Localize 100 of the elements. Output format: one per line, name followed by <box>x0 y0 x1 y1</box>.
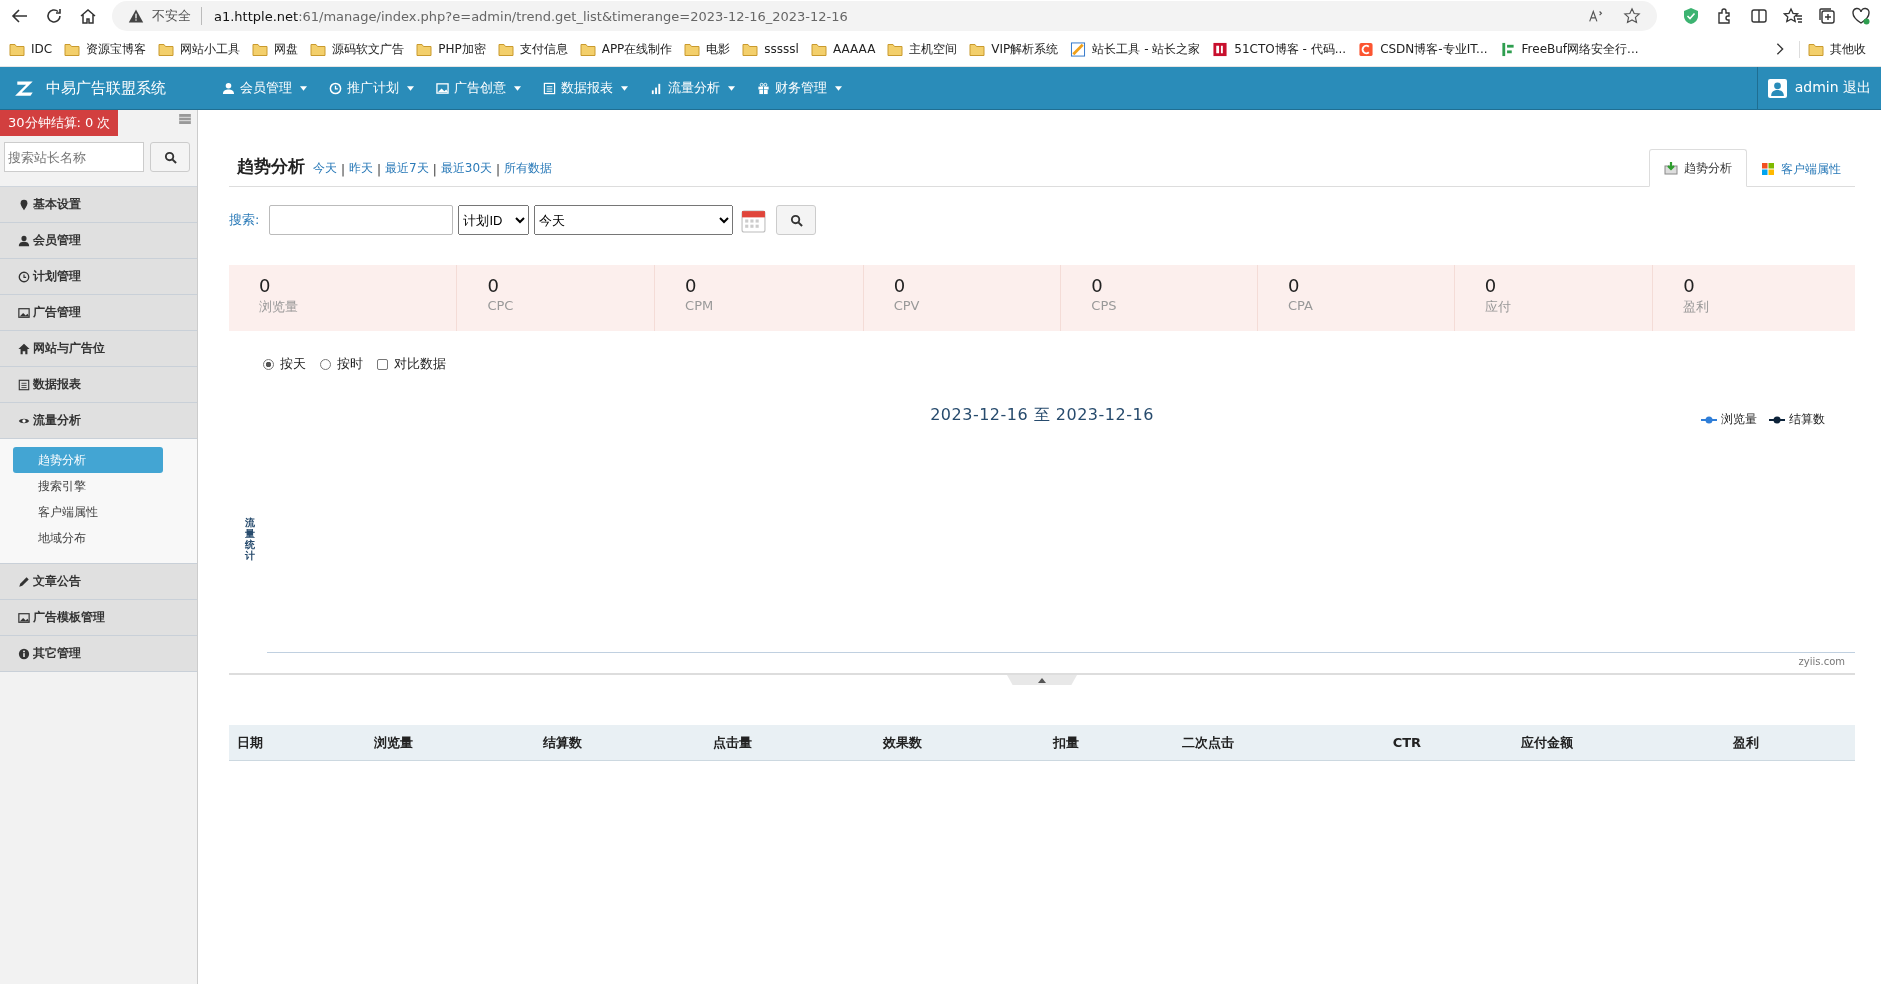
bookmark[interactable]: APP在线制作 <box>576 40 682 58</box>
date-link[interactable]: 今天 <box>313 160 337 186</box>
folder-icon <box>579 41 596 57</box>
bookmark[interactable]: 网盘 <box>249 40 308 58</box>
stat-value: 0 <box>1288 275 1301 296</box>
bookmark-folder[interactable]: 其他收 <box>1799 40 1875 58</box>
field-select[interactable]: 计划ID <box>458 205 530 235</box>
home-icon[interactable] <box>78 6 98 26</box>
sidebar-section[interactable]: 基本设置 <box>0 187 197 223</box>
y-axis-label: 流量统计 <box>245 517 255 561</box>
legend-label: 结算数 <box>1789 411 1825 428</box>
bookmark[interactable]: IDC <box>6 41 62 57</box>
search-button[interactable] <box>776 205 817 235</box>
user-menu[interactable]: admin 退出 <box>1756 67 1881 109</box>
user-avatar-icon <box>1767 78 1787 98</box>
health-icon[interactable] <box>1851 6 1871 26</box>
sidebar-section[interactable]: 网站与广告位 <box>0 331 197 367</box>
nav-menu[interactable]: 数据报表 <box>543 79 628 97</box>
date-range-select[interactable]: 今天 <box>534 205 734 235</box>
shield-icon[interactable] <box>1681 6 1701 26</box>
bookmark[interactable]: 网站小工具 <box>155 40 250 58</box>
checkbox[interactable] <box>377 358 388 370</box>
sidebar-section[interactable]: 文章公告 <box>0 564 197 600</box>
separator: | <box>495 163 502 179</box>
bookmark[interactable]: 支付信息 <box>494 40 577 58</box>
tab[interactable]: 趋势分析 <box>1649 149 1747 187</box>
address-bar[interactable]: 不安全 a1.httple.net:61/manage/index.php?e=admin/trend.get_list&timerange=2023-12-16_2023-12-16 <box>112 1 1657 31</box>
sidebar-section[interactable]: 计划管理 <box>0 259 197 295</box>
bookmark[interactable]: VIP解析系统 <box>966 40 1068 58</box>
column-header: 二次点击 <box>1182 733 1236 752</box>
search-button[interactable] <box>150 142 190 172</box>
collapse-handle[interactable] <box>1007 675 1077 685</box>
date-link[interactable]: 最近30天 <box>440 160 493 186</box>
stat-value: 0 <box>685 275 698 296</box>
bookmark[interactable]: 电影 <box>681 40 740 58</box>
folder-icon <box>969 41 986 57</box>
menu-icon[interactable] <box>178 114 192 124</box>
sidebar-subitem[interactable]: 客户端属性 <box>13 499 163 525</box>
folder-icon <box>310 41 327 57</box>
nav-menu[interactable]: 广告创意 <box>436 79 521 97</box>
folder-icon <box>684 41 701 57</box>
bookmark[interactable]: AAAAA <box>807 41 885 57</box>
collections-icon[interactable] <box>1817 6 1837 26</box>
nav-menu[interactable]: 会员管理 <box>222 79 307 97</box>
bookmark[interactable]: sssssl <box>739 41 808 57</box>
split-screen-icon[interactable] <box>1749 6 1769 26</box>
refresh-icon[interactable] <box>44 6 64 26</box>
sidebar-subitem[interactable]: 搜索引擎 <box>13 473 163 499</box>
calendar-icon[interactable] <box>741 207 767 233</box>
date-link[interactable]: 所有数据 <box>504 160 553 186</box>
folder-icon <box>158 41 175 57</box>
site-logo-icon <box>1358 41 1375 57</box>
sidebar-subitem[interactable]: 地域分布 <box>13 525 163 551</box>
bookmark[interactable]: 站长工具 - 站长之家 <box>1067 40 1210 58</box>
caret-up-icon <box>1038 677 1046 683</box>
clock-icon <box>329 81 342 95</box>
image-icon <box>18 611 30 624</box>
search-label: 搜索: <box>229 211 260 229</box>
sidebar-section[interactable]: 会员管理 <box>0 223 197 259</box>
bookmark[interactable]: CSDN博客-专业IT... <box>1355 40 1497 58</box>
bookmark[interactable]: 源码软文广告 <box>307 40 414 58</box>
bookmark[interactable]: PHP加密 <box>413 40 495 58</box>
radio-button[interactable] <box>263 358 274 370</box>
column-header: 扣量 <box>1052 733 1080 752</box>
image-icon <box>436 81 449 95</box>
favorites-icon[interactable] <box>1783 6 1803 26</box>
stat-value: 0 <box>1091 275 1104 296</box>
caret-icon <box>300 85 307 91</box>
column-header: 日期 <box>237 733 264 752</box>
sidebar-section[interactable]: 广告模板管理 <box>0 600 197 636</box>
chart-title: 2023-12-16 至 2023-12-16 <box>930 405 1154 426</box>
star-icon[interactable] <box>1623 7 1641 25</box>
nav-menu[interactable]: 推广计划 <box>329 79 414 97</box>
bookmark[interactable]: 主机空间 <box>884 40 967 58</box>
sidebar-section[interactable]: 其它管理 <box>0 636 197 672</box>
nav-menu[interactable]: 流量分析 <box>650 79 735 97</box>
sidebar-section[interactable]: 数据报表 <box>0 367 197 403</box>
option-label: 按天 <box>280 355 306 373</box>
nav-menu[interactable]: 财务管理 <box>757 79 842 97</box>
tab[interactable]: 客户端属性 <box>1747 151 1855 187</box>
search-field[interactable]: 搜索站长名称 <box>4 142 144 172</box>
info-icon <box>18 647 30 660</box>
chevron-right-icon[interactable] <box>1775 42 1785 56</box>
bookmark[interactable]: 资源宝博客 <box>61 40 156 58</box>
list-icon <box>543 81 556 95</box>
bookmark[interactable]: 51CTO博客 - 代码... <box>1209 40 1356 58</box>
column-header: 结算数 <box>543 733 584 752</box>
keyword-field[interactable] <box>269 205 454 235</box>
date-link[interactable]: 最近7天 <box>385 160 429 186</box>
site-logo-icon <box>1212 41 1229 57</box>
security-label: 不安全 <box>152 7 202 25</box>
bookmark[interactable]: FreeBuf网络安全行... <box>1496 40 1648 58</box>
sidebar-section[interactable]: 流量分析 <box>0 403 197 439</box>
sidebar-section[interactable]: 广告管理 <box>0 295 197 331</box>
read-aloud-icon[interactable] <box>1587 7 1605 25</box>
stat-label: CPA <box>1288 298 1314 313</box>
stat-value: 0 <box>259 275 272 296</box>
pencil-icon <box>18 575 30 588</box>
gift-icon <box>757 81 770 95</box>
date-link[interactable]: 昨天 <box>349 160 374 186</box>
